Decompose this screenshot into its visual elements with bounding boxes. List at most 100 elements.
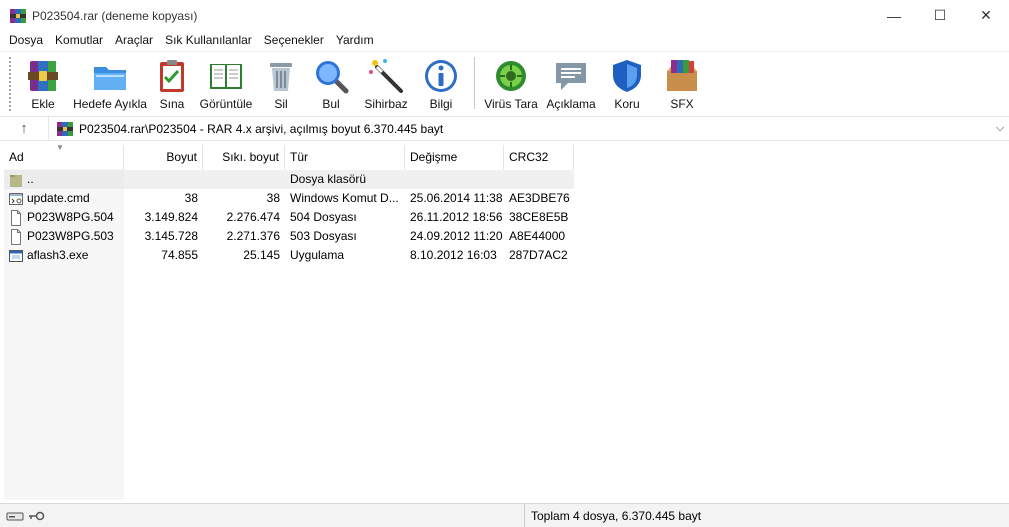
trash-icon xyxy=(270,63,292,91)
shield-icon xyxy=(613,60,641,92)
column-header-packed[interactable]: Sıkı. boyut xyxy=(203,145,285,170)
table-row[interactable]: P023W8PG.504 3.149.824 2.276.474 504 Dos… xyxy=(4,208,574,227)
info-button[interactable]: Bilgi xyxy=(414,52,468,112)
file-size: 38 xyxy=(184,191,198,205)
view-label: Görüntüle xyxy=(199,97,253,111)
file-modified: 25.06.2014 11:38 xyxy=(410,191,503,205)
file-list-header: ▼ Ad Boyut Sıkı. boyut Tür Değişme CRC32 xyxy=(4,143,574,170)
minimize-button[interactable]: — xyxy=(871,0,917,31)
test-label: Sına xyxy=(159,97,185,111)
drive-icon[interactable] xyxy=(6,510,24,522)
menu-secenekler[interactable]: Seçenekler xyxy=(258,31,330,50)
protect-button[interactable]: Koru xyxy=(601,52,653,112)
wizard-label: Sihirbaz xyxy=(364,97,408,111)
file-type: Windows Komut D... xyxy=(290,191,399,205)
column-header-name[interactable]: ▼ Ad xyxy=(4,143,124,170)
delete-button[interactable]: Sil xyxy=(258,52,304,112)
file-size: 3.149.824 xyxy=(144,210,198,224)
file-name: .. xyxy=(27,172,34,186)
menu-sik-kullanilanlar[interactable]: Sık Kullanılanlar xyxy=(159,31,258,50)
delete-label: Sil xyxy=(274,97,288,111)
toolbar-grip[interactable] xyxy=(8,56,12,112)
file-type: Dosya klasörü xyxy=(290,172,367,186)
virus-scan-label: Virüs Tara xyxy=(484,97,538,111)
menu-araclar[interactable]: Araçlar xyxy=(109,31,159,50)
close-button[interactable]: ✕ xyxy=(963,0,1009,31)
exe-file-icon xyxy=(9,249,23,262)
add-label: Ekle xyxy=(31,97,55,111)
comment-label: Açıklama xyxy=(546,97,596,111)
file-size xyxy=(124,170,203,189)
virus-scan-button[interactable]: Virüs Tara xyxy=(481,52,541,112)
key-icon[interactable] xyxy=(28,510,46,522)
address-path-box[interactable]: P023504.rar\P023504 - RAR 4.x arşivi, aç… xyxy=(48,117,1009,140)
table-row[interactable]: P023W8PG.503 3.145.728 2.271.376 503 Dos… xyxy=(4,227,574,246)
view-button[interactable]: Görüntüle xyxy=(194,52,258,112)
file-name: update.cmd xyxy=(27,191,90,205)
file-name: P023W8PG.503 xyxy=(27,229,114,243)
sfx-button[interactable]: SFX xyxy=(653,52,711,112)
comment-button[interactable]: Açıklama xyxy=(541,52,601,112)
file-list[interactable]: ▼ Ad Boyut Sıkı. boyut Tür Değişme CRC32… xyxy=(0,142,1009,500)
file-size: 3.145.728 xyxy=(144,229,198,243)
generic-file-icon xyxy=(11,209,21,226)
maximize-button[interactable]: ☐ xyxy=(917,0,963,31)
file-type: 504 Dosyası xyxy=(290,210,357,224)
file-packed-size: 2.276.474 xyxy=(226,210,280,224)
file-size: 74.855 xyxy=(161,248,198,262)
table-row[interactable]: update.cmd 38 38 Windows Komut D... 25.0… xyxy=(4,189,574,208)
test-clipboard-icon xyxy=(160,60,184,92)
menu-dosya[interactable]: Dosya xyxy=(3,31,49,50)
magnifier-icon xyxy=(316,61,349,94)
extract-to-button[interactable]: Hedefe Ayıkla xyxy=(70,52,150,112)
file-modified: 24.09.2012 11:20 xyxy=(410,229,503,243)
file-crc: AE3DBE76 xyxy=(509,191,570,205)
toolbar-separator xyxy=(474,57,475,109)
file-name: aflash3.exe xyxy=(27,248,89,262)
cmd-file-icon xyxy=(9,192,23,205)
file-crc: 38CE8E5B xyxy=(509,210,569,224)
menu-bar: Dosya Komutlar Araçlar Sık Kullanılanlar… xyxy=(0,31,1009,50)
test-button[interactable]: Sına xyxy=(150,52,194,112)
add-button[interactable]: Ekle xyxy=(16,52,70,112)
status-total: Toplam 4 dosya, 6.370.445 bayt xyxy=(531,508,702,523)
title-bar: P023504.rar (deneme kopyası) — ☐ ✕ xyxy=(0,0,1009,31)
generic-file-icon xyxy=(11,228,21,245)
up-folder-button[interactable]: ↑ xyxy=(0,117,48,141)
file-crc: A8E44000 xyxy=(509,229,566,243)
file-packed-size: 2.271.376 xyxy=(226,229,280,243)
address-path: P023504.rar\P023504 - RAR 4.x arşivi, aç… xyxy=(79,121,444,136)
find-button[interactable]: Bul xyxy=(304,52,358,112)
menu-yardim[interactable]: Yardım xyxy=(330,31,380,50)
column-header-modified[interactable]: Değişme xyxy=(405,145,504,170)
menu-komutlar[interactable]: Komutlar xyxy=(49,31,109,50)
info-icon xyxy=(425,60,457,92)
table-row[interactable]: aflash3.exe 74.855 25.145 Uygulama 8.10.… xyxy=(4,246,574,265)
status-bar: Toplam 4 dosya, 6.370.445 bayt xyxy=(0,503,1009,527)
file-type: 503 Dosyası xyxy=(290,229,357,243)
virus-scan-icon xyxy=(496,61,526,91)
window-controls: — ☐ ✕ xyxy=(871,0,1009,31)
file-modified xyxy=(405,170,504,189)
sort-arrow-icon: ▼ xyxy=(56,143,64,152)
protect-label: Koru xyxy=(614,97,640,111)
chevron-down-icon[interactable]: ⌵ xyxy=(991,122,1009,135)
file-modified: 8.10.2012 16:03 xyxy=(410,248,497,262)
sfx-label: SFX xyxy=(670,97,694,111)
extract-folder-icon xyxy=(94,67,126,90)
toolbar: Ekle Hedefe Ayıkla Sına Görüntüle Sil Bu… xyxy=(0,51,1009,114)
column-header-size[interactable]: Boyut xyxy=(124,145,203,170)
file-type: Uygulama xyxy=(290,248,345,262)
file-name: P023W8PG.504 xyxy=(27,210,114,224)
sfx-box-icon xyxy=(667,60,697,91)
column-header-type[interactable]: Tür xyxy=(285,145,405,170)
info-label: Bilgi xyxy=(429,97,453,111)
view-book-icon xyxy=(210,64,242,89)
wizard-wand-icon xyxy=(369,59,403,93)
file-crc xyxy=(504,170,574,189)
table-row-parent[interactable]: .. Dosya klasörü xyxy=(4,170,574,189)
column-header-crc[interactable]: CRC32 xyxy=(504,145,574,170)
window-title: P023504.rar (deneme kopyası) xyxy=(32,8,198,23)
comment-icon xyxy=(556,63,586,90)
wizard-button[interactable]: Sihirbaz xyxy=(358,52,414,112)
